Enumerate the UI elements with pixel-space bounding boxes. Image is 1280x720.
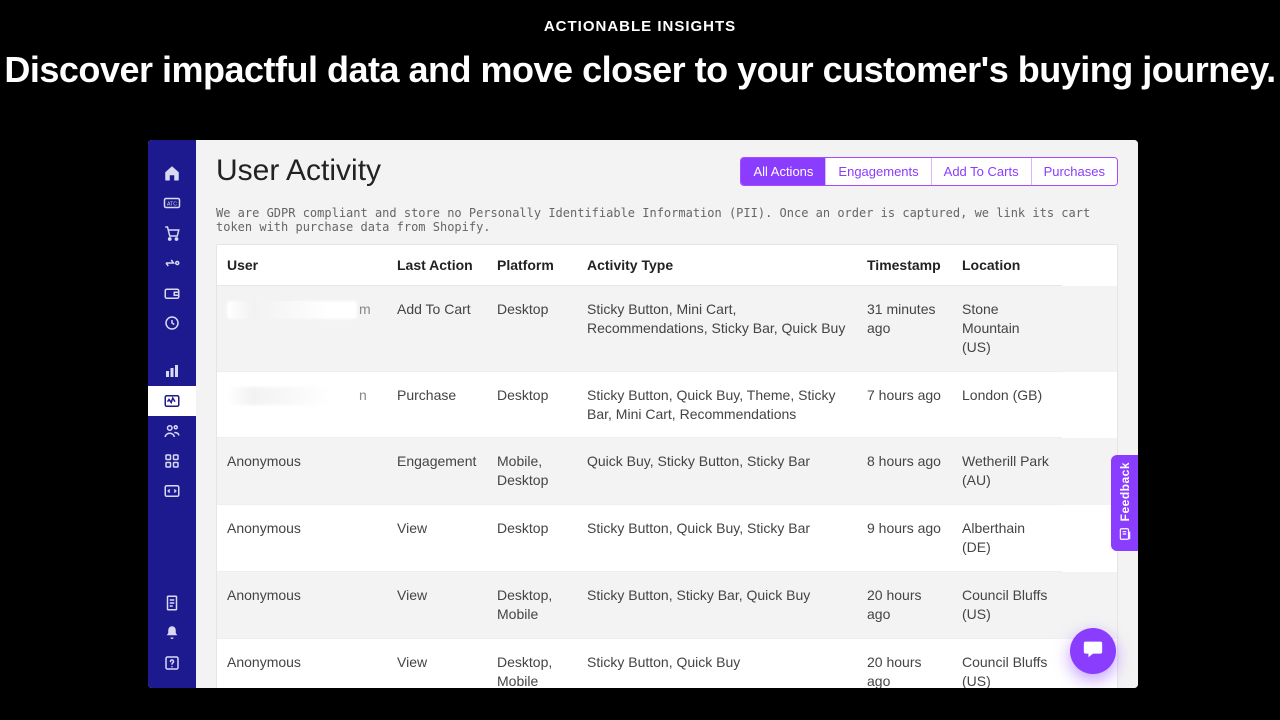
col-timestamp: Timestamp — [857, 245, 952, 286]
compliance-note: We are GDPR compliant and store no Perso… — [216, 206, 1118, 234]
table-row[interactable]: n PurchaseDesktopSticky Button, Quick Buy… — [217, 372, 1117, 439]
col-platform: Platform — [487, 245, 577, 286]
table-row[interactable]: AnonymousViewDesktopSticky Button, Quick… — [217, 505, 1117, 572]
cell-timestamp: 20 hours ago — [857, 639, 952, 688]
table-row[interactable]: AnonymousViewDesktop, MobileSticky Butto… — [217, 639, 1117, 688]
page-title: User Activity — [216, 154, 381, 188]
cell-platform: Desktop, Mobile — [487, 639, 577, 688]
cell-user: Anonymous — [217, 505, 387, 572]
action-type-filter: All Actions Engagements Add To Carts Pur… — [740, 157, 1118, 186]
hero-eyebrow: ACTIONABLE INSIGHTS — [0, 0, 1280, 35]
cell-activity-type: Sticky Button, Mini Cart, Recommendation… — [577, 286, 857, 372]
cell-last-action: Engagement — [387, 438, 487, 505]
filter-all-actions[interactable]: All Actions — [741, 158, 826, 185]
cell-user: m — [217, 286, 387, 372]
col-user: User — [217, 245, 387, 286]
table-row[interactable]: AnonymousEngagementMobile, DesktopQuick … — [217, 438, 1117, 505]
nav-quickbuy-icon[interactable] — [148, 248, 196, 278]
cell-location: Stone Mountain (US) — [952, 286, 1062, 372]
redacted-user-tail: m — [359, 301, 371, 317]
redacted-user-tail: n — [359, 387, 367, 403]
cell-timestamp: 31 minutes ago — [857, 286, 952, 372]
feedback-tab[interactable]: Feedback — [1111, 455, 1138, 551]
nav-atc-icon[interactable]: ATC — [148, 188, 196, 218]
table-header: User Last Action Platform Activity Type … — [217, 245, 1117, 286]
svg-text:ATC: ATC — [167, 201, 177, 207]
cell-location: Wetherill Park (AU) — [952, 438, 1062, 505]
cell-timestamp: 9 hours ago — [857, 505, 952, 572]
cell-location: Council Bluffs (US) — [952, 639, 1062, 688]
content-area: User Activity All Actions Engagements Ad… — [196, 140, 1138, 688]
filter-add-to-carts[interactable]: Add To Carts — [932, 158, 1032, 185]
cell-location: Alberthain (DE) — [952, 505, 1062, 572]
filter-engagements[interactable]: Engagements — [826, 158, 931, 185]
cell-last-action: Add To Cart — [387, 286, 487, 372]
nav-apps-icon[interactable] — [148, 446, 196, 476]
nav-cart-icon[interactable] — [148, 218, 196, 248]
chat-icon — [1082, 638, 1104, 665]
cell-activity-type: Sticky Button, Quick Buy, Theme, Sticky … — [577, 372, 857, 439]
cell-activity-type: Quick Buy, Sticky Button, Sticky Bar — [577, 438, 857, 505]
cell-last-action: View — [387, 572, 487, 639]
nav-notifications-icon[interactable] — [148, 618, 196, 648]
cell-platform: Desktop — [487, 372, 577, 439]
cell-user: Anonymous — [217, 639, 387, 688]
nav-target-icon[interactable] — [148, 308, 196, 338]
nav-docs-icon[interactable] — [148, 588, 196, 618]
nav-analytics-icon[interactable] — [148, 356, 196, 386]
cell-timestamp: 7 hours ago — [857, 372, 952, 439]
cell-user: Anonymous — [217, 572, 387, 639]
cell-platform: Desktop — [487, 505, 577, 572]
cell-last-action: View — [387, 505, 487, 572]
cell-timestamp: 20 hours ago — [857, 572, 952, 639]
nav-users-icon[interactable] — [148, 416, 196, 446]
feedback-icon — [1118, 527, 1132, 544]
cell-last-action: Purchase — [387, 372, 487, 439]
screenshot-frame: ATC User Activity All Actions Engag — [148, 140, 1138, 688]
col-last-action: Last Action — [387, 245, 487, 286]
nav-wallet-icon[interactable] — [148, 278, 196, 308]
col-location: Location — [952, 245, 1062, 286]
activity-table: User Last Action Platform Activity Type … — [216, 244, 1118, 688]
table-row[interactable]: AnonymousViewDesktop, MobileSticky Butto… — [217, 572, 1117, 639]
table-row[interactable]: m Add To CartDesktopSticky Button, Mini C… — [217, 286, 1117, 372]
cell-user: Anonymous — [217, 438, 387, 505]
cell-activity-type: Sticky Button, Quick Buy — [577, 639, 857, 688]
cell-location: Council Bluffs (US) — [952, 572, 1062, 639]
redacted-user — [227, 301, 357, 319]
cell-timestamp: 8 hours ago — [857, 438, 952, 505]
chat-fab[interactable] — [1070, 628, 1116, 674]
nav-embed-icon[interactable] — [148, 476, 196, 506]
feedback-label: Feedback — [1118, 462, 1132, 521]
cell-platform: Mobile, Desktop — [487, 438, 577, 505]
cell-activity-type: Sticky Button, Sticky Bar, Quick Buy — [577, 572, 857, 639]
sidebar: ATC — [148, 140, 196, 688]
nav-activity-icon[interactable] — [148, 386, 196, 416]
cell-activity-type: Sticky Button, Quick Buy, Sticky Bar — [577, 505, 857, 572]
redacted-user — [227, 387, 357, 405]
cell-platform: Desktop — [487, 286, 577, 372]
nav-help-icon[interactable] — [148, 648, 196, 678]
cell-location: London (GB) — [952, 372, 1062, 439]
hero-headline: Discover impactful data and move closer … — [0, 49, 1280, 91]
nav-home-icon[interactable] — [148, 158, 196, 188]
cell-platform: Desktop, Mobile — [487, 572, 577, 639]
filter-purchases[interactable]: Purchases — [1032, 158, 1117, 185]
col-activity-type: Activity Type — [577, 245, 857, 286]
cell-user: n — [217, 372, 387, 439]
cell-last-action: View — [387, 639, 487, 688]
